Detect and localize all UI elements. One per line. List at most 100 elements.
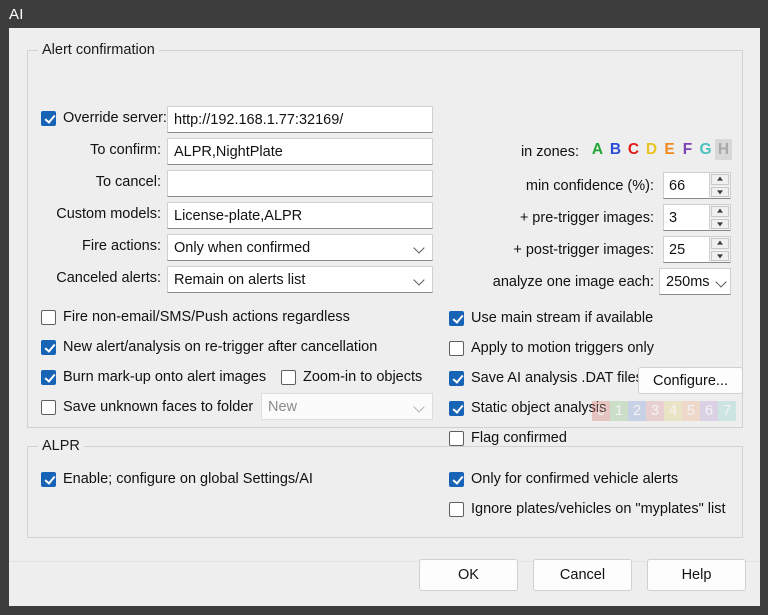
spinner-down-icon[interactable] (711, 186, 729, 197)
save-dat-files-checkbox[interactable]: Save AI analysis .DAT files (449, 369, 643, 387)
cancel-button[interactable]: Cancel (533, 559, 632, 591)
zone-letter: B (609, 140, 622, 158)
checkbox-box (449, 501, 464, 517)
zone-b[interactable]: B (607, 139, 624, 160)
pre-trigger-value[interactable]: 3 (663, 204, 709, 231)
flag-digit-0[interactable]: 0 (592, 401, 610, 421)
zone-d[interactable]: D (643, 139, 660, 160)
configure-button-label: Configure... (653, 372, 728, 389)
use-main-stream-checkbox[interactable]: Use main stream if available (449, 309, 653, 327)
flag-digit-label: 5 (686, 403, 696, 419)
alpr-group: ALPR (27, 438, 743, 538)
zone-c[interactable]: C (625, 139, 642, 160)
checkbox-box (41, 471, 56, 487)
zone-e[interactable]: E (661, 139, 678, 160)
override-server-checkbox[interactable]: Override server: (41, 109, 167, 127)
alpr-ignore-plates-label: Ignore plates/vehicles on "myplates" lis… (471, 501, 726, 517)
post-trigger-value[interactable]: 25 (663, 236, 709, 263)
zone-letter: D (645, 140, 658, 158)
flag-confirmed-label: Flag confirmed (471, 430, 567, 446)
spinner-down-icon[interactable] (711, 218, 729, 229)
flag-digit-3[interactable]: 3 (646, 401, 664, 421)
zone-g[interactable]: G (697, 139, 714, 160)
zoom-in-objects-label: Zoom-in to objects (303, 369, 423, 385)
zone-letter: A (591, 140, 604, 158)
flag-confirmed-checkbox[interactable]: Flag confirmed (449, 429, 567, 447)
zone-letter: H (717, 140, 730, 158)
help-button[interactable]: Help (647, 559, 746, 591)
fire-non-email-label: Fire non-email/SMS/Push actions regardle… (63, 309, 350, 325)
alpr-legend: ALPR (38, 438, 84, 454)
spinner-up-icon[interactable] (711, 238, 729, 249)
spinner-up-icon[interactable] (711, 174, 729, 185)
flag-digit-2[interactable]: 2 (628, 401, 646, 421)
pre-trigger-spinner[interactable]: 3 (663, 204, 731, 231)
faces-folder-combo[interactable]: New (261, 393, 433, 420)
burn-markup-checkbox[interactable]: Burn mark-up onto alert images (41, 368, 266, 386)
checkbox-box (281, 369, 296, 385)
flag-digit-selector[interactable]: 0 1 2 3 4 5 6 7 (592, 401, 736, 421)
new-alert-retrigger-checkbox[interactable]: New alert/analysis on re-trigger after c… (41, 338, 377, 356)
canceled-alerts-combo[interactable]: Remain on alerts list (167, 266, 433, 293)
min-confidence-label: min confidence (%): (525, 178, 654, 194)
flag-digit-4[interactable]: 4 (664, 401, 682, 421)
to-confirm-value: ALPR,NightPlate (174, 143, 283, 160)
zoom-in-objects-checkbox[interactable]: Zoom-in to objects (281, 368, 422, 386)
override-server-input[interactable]: http://192.168.1.77:32169/ (167, 106, 433, 133)
flag-digit-label: 2 (632, 403, 642, 419)
window-title: AI (9, 5, 24, 23)
to-cancel-input[interactable] (167, 170, 433, 197)
spinner-down-icon[interactable] (711, 250, 729, 261)
alpr-ignore-plates-checkbox[interactable]: Ignore plates/vehicles on "myplates" lis… (449, 500, 726, 518)
spinner-buttons (709, 172, 731, 199)
checkbox-box (449, 471, 464, 487)
configure-button[interactable]: Configure... (638, 367, 743, 394)
apply-motion-triggers-checkbox[interactable]: Apply to motion triggers only (449, 339, 654, 357)
canceled-alerts-label: Canceled alerts: (56, 270, 161, 286)
post-trigger-spinner[interactable]: 25 (663, 236, 731, 263)
zone-letter: G (699, 140, 712, 158)
flag-digit-1[interactable]: 1 (610, 401, 628, 421)
to-confirm-input[interactable]: ALPR,NightPlate (167, 138, 433, 165)
in-zones-label: in zones: (520, 144, 579, 160)
alpr-only-confirmed-label: Only for confirmed vehicle alerts (471, 471, 679, 487)
override-server-value: http://192.168.1.77:32169/ (174, 111, 344, 128)
checkbox-box (41, 309, 56, 325)
analyze-interval-combo[interactable]: 250ms (659, 268, 731, 295)
alpr-enable-label: Enable; configure on global Settings/AI (63, 471, 313, 487)
fire-non-email-checkbox[interactable]: Fire non-email/SMS/Push actions regardle… (41, 308, 350, 326)
ok-button[interactable]: OK (419, 559, 518, 591)
checkbox-box (449, 310, 464, 326)
min-confidence-value[interactable]: 66 (663, 172, 709, 199)
static-object-analysis-checkbox[interactable]: Static object analysis (449, 399, 606, 417)
zone-f[interactable]: F (679, 139, 696, 160)
spinner-up-icon[interactable] (711, 206, 729, 217)
zone-selector[interactable]: A B C D E F G H (589, 139, 733, 160)
custom-models-label: Custom models: (56, 206, 161, 222)
pre-trigger-label: + pre-trigger images: (519, 210, 654, 226)
zone-letter: F (682, 140, 693, 158)
flag-digit-label: 3 (650, 403, 660, 419)
apply-motion-triggers-label: Apply to motion triggers only (471, 340, 654, 356)
min-confidence-spinner[interactable]: 66 (663, 172, 731, 199)
fire-actions-combo[interactable]: Only when confirmed (167, 234, 433, 261)
alpr-only-confirmed-checkbox[interactable]: Only for confirmed vehicle alerts (449, 470, 678, 488)
zone-letter: E (664, 140, 675, 158)
flag-digit-7[interactable]: 7 (718, 401, 736, 421)
checkbox-box (449, 400, 464, 416)
alpr-enable-checkbox[interactable]: Enable; configure on global Settings/AI (41, 470, 313, 488)
custom-models-input[interactable]: License-plate,ALPR (167, 202, 433, 229)
zone-h[interactable]: H (715, 139, 732, 160)
ok-button-label: OK (458, 567, 479, 583)
faces-folder-value: New (268, 398, 298, 415)
checkbox-box (449, 370, 464, 386)
flag-digit-6[interactable]: 6 (700, 401, 718, 421)
fire-actions-value: Only when confirmed (174, 239, 311, 256)
zone-a[interactable]: A (589, 139, 606, 160)
analyze-interval-value: 250ms (666, 273, 710, 290)
flag-digit-5[interactable]: 5 (682, 401, 700, 421)
spinner-buttons (709, 236, 731, 263)
to-confirm-label: To confirm: (90, 142, 161, 158)
dialog-client-area: Alert confirmation Override server: http… (9, 28, 760, 606)
save-unknown-faces-checkbox[interactable]: Save unknown faces to folder (41, 398, 253, 416)
